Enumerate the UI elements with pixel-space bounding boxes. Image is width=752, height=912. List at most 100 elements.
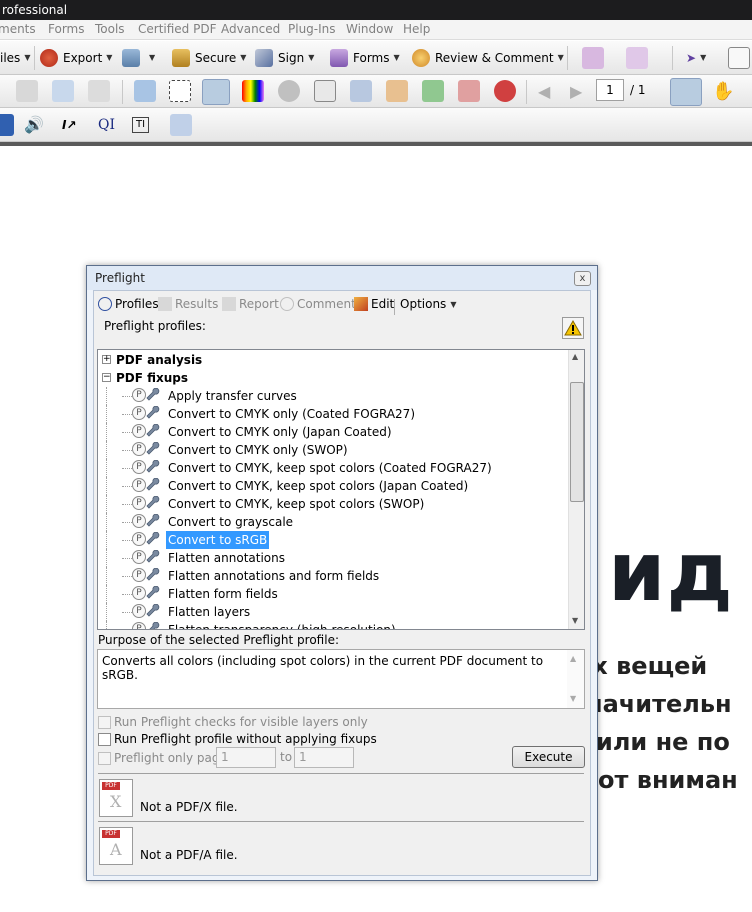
search-icon[interactable] xyxy=(88,80,110,102)
crop-icon[interactable] xyxy=(134,80,156,102)
tree-item[interactable]: P Convert to CMYK only (Japan Coated) xyxy=(98,423,566,441)
without-fixups-checkbox[interactable]: Run Preflight profile without applying f… xyxy=(98,732,377,746)
close-icon[interactable]: x xyxy=(574,271,591,286)
tab-comments[interactable]: Comments xyxy=(280,297,362,311)
options-menu[interactable]: Options ▼ xyxy=(400,297,456,311)
marquee-icon[interactable] xyxy=(169,80,191,102)
profiles-tree[interactable]: + PDF analysis − PDF fixups P Apply trans… xyxy=(97,349,585,630)
menu-plug-ins[interactable]: Plug-Ins xyxy=(288,20,336,39)
menu-window[interactable]: Window xyxy=(346,20,393,39)
checkbox-box[interactable] xyxy=(98,732,111,746)
snapshot-icon[interactable] xyxy=(728,47,750,69)
edit-object-icon[interactable] xyxy=(386,80,408,102)
tree-item[interactable]: P Convert to CMYK only (Coated FOGRA27) xyxy=(98,405,566,423)
tree-item[interactable]: P Flatten transparency (high resolution) xyxy=(98,621,566,629)
tree-item[interactable]: P Convert to CMYK only (SWOP) xyxy=(98,441,566,459)
tree-item[interactable]: P Convert to CMYK, keep spot colors (SWOP… xyxy=(98,495,566,513)
touchup-icon[interactable] xyxy=(350,80,372,102)
review-comment-button[interactable]: Review & Comment ▼ xyxy=(412,46,564,70)
select-text-icon[interactable] xyxy=(670,78,702,106)
to-page-input[interactable]: 1 xyxy=(294,747,354,768)
save-icon[interactable] xyxy=(16,80,38,102)
files-button[interactable]: iles ▼ xyxy=(0,46,30,70)
hand-icon[interactable]: ✋ xyxy=(712,80,734,104)
tree-item[interactable]: P Convert to sRGB xyxy=(98,531,566,549)
edit-button[interactable]: Edit xyxy=(354,297,394,311)
profile-icon: P xyxy=(132,514,146,528)
speaker-icon[interactable]: 🔊 xyxy=(24,113,44,137)
menu-certified-pdf[interactable]: Certified PDF xyxy=(138,20,217,39)
flash-icon[interactable] xyxy=(494,80,516,102)
profile-icon: P xyxy=(132,586,146,600)
checklist-icon[interactable] xyxy=(170,114,192,136)
email-icon[interactable] xyxy=(52,80,74,102)
tree-item[interactable]: P Flatten annotations xyxy=(98,549,566,567)
page-tool-icon[interactable] xyxy=(626,47,648,69)
purpose-scrollbar[interactable]: ▲ ▼ xyxy=(567,650,584,708)
menu-forms[interactable]: Forms xyxy=(48,20,84,39)
tree-item[interactable]: P Flatten form fields xyxy=(98,585,566,603)
tree-item[interactable]: P Flatten annotations and form fields xyxy=(98,567,566,585)
next-page-icon[interactable]: ▶ xyxy=(570,80,582,104)
menu-comments[interactable]: ments xyxy=(0,20,36,39)
from-page-input[interactable]: 1 xyxy=(216,747,276,768)
export-button[interactable]: Export ▼ xyxy=(40,46,112,70)
collapse-icon[interactable]: − xyxy=(102,373,111,382)
select-tool-button[interactable]: ➤ ▼ xyxy=(686,46,706,70)
dropdown-arrow-icon: ▼ xyxy=(557,53,564,62)
tree-item[interactable]: P Apply transfer curves xyxy=(98,387,566,405)
tree-item[interactable]: P Flatten layers xyxy=(98,603,566,621)
dropdown-arrow-icon: ▼ xyxy=(149,53,156,62)
wrench-icon xyxy=(146,477,160,492)
visible-layers-checkbox[interactable]: Run Preflight checks for visible layers … xyxy=(98,715,368,729)
trim-icon[interactable] xyxy=(314,80,336,102)
execute-button[interactable]: Execute xyxy=(512,746,585,768)
menu-tools[interactable]: Tools xyxy=(95,20,125,39)
tree-item[interactable]: P Convert to CMYK, keep spot colors (Japa… xyxy=(98,477,566,495)
tab-report[interactable]: Report xyxy=(222,297,279,311)
tree-item-label: Convert to CMYK, keep spot colors (Japan… xyxy=(168,479,469,493)
output-preview-icon[interactable] xyxy=(242,80,264,102)
expand-icon[interactable]: + xyxy=(102,355,111,364)
scroll-down-icon[interactable]: ▼ xyxy=(570,694,576,703)
pdf-convert-icon[interactable] xyxy=(458,80,480,102)
tab-separator xyxy=(394,299,395,315)
tree-item[interactable]: P Convert to grayscale xyxy=(98,513,566,531)
ink-icon[interactable] xyxy=(278,80,300,102)
dropdown-arrow-icon: ▼ xyxy=(24,53,31,62)
tab-profiles[interactable]: Profiles xyxy=(98,297,159,311)
share-button[interactable]: ▼ xyxy=(122,46,155,70)
page-number-input[interactable]: 1 xyxy=(596,79,624,101)
tree-item-label: Apply transfer curves xyxy=(168,389,297,403)
sign-button[interactable]: Sign ▼ xyxy=(255,46,314,70)
secure-button[interactable]: Secure ▼ xyxy=(172,46,246,70)
scrollbar-thumb[interactable] xyxy=(570,382,584,502)
download-icon[interactable] xyxy=(422,80,444,102)
warning-button[interactable] xyxy=(562,317,584,339)
text-field-icon[interactable]: TI xyxy=(132,117,150,133)
pages-only-checkbox[interactable]: Preflight only pages xyxy=(98,751,233,765)
menu-help[interactable]: Help xyxy=(403,20,430,39)
pdfx-status: Not a PDF/X file. xyxy=(140,800,238,814)
toolbar-separator xyxy=(34,46,35,70)
toolbar-icon[interactable] xyxy=(0,114,14,136)
menu-advanced[interactable]: Advanced xyxy=(221,20,280,39)
checkbox-box[interactable] xyxy=(98,715,111,729)
tree-scrollbar[interactable]: ▲ ▼ xyxy=(568,350,584,629)
scroll-down-icon[interactable]: ▼ xyxy=(572,616,578,625)
tab-results[interactable]: Results xyxy=(158,297,218,311)
tree-item[interactable]: P Convert to CMYK, keep spot colors (Coat… xyxy=(98,459,566,477)
ql-icon[interactable]: QI xyxy=(98,113,115,137)
results-icon xyxy=(158,297,172,311)
purpose-label: Purpose of the selected Preflight profil… xyxy=(98,633,339,647)
page-tool-icon[interactable] xyxy=(582,47,604,69)
tag-icon[interactable]: I↗ xyxy=(62,113,77,137)
scroll-up-icon[interactable]: ▲ xyxy=(570,654,576,663)
tree-line xyxy=(122,594,132,595)
previous-page-icon[interactable]: ◀ xyxy=(538,80,550,104)
forms-button[interactable]: Forms ▼ xyxy=(330,46,400,70)
checkbox-box[interactable] xyxy=(98,751,111,765)
wrench-icon xyxy=(146,441,160,456)
scroll-up-icon[interactable]: ▲ xyxy=(572,352,578,361)
preflight-icon[interactable] xyxy=(202,79,230,105)
